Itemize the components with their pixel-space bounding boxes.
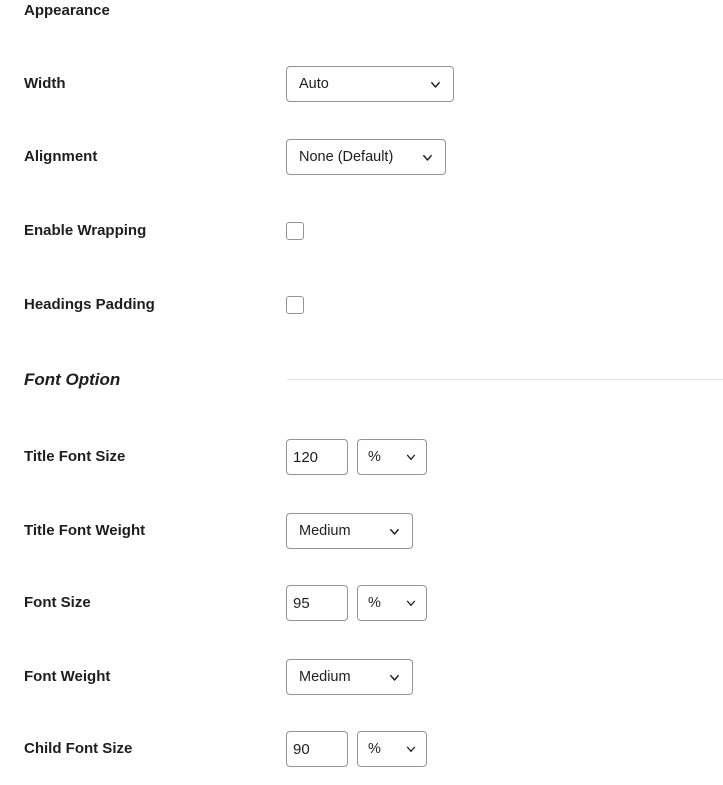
field-label-headings-padding: Headings Padding <box>24 296 155 313</box>
field-control-title-font-weight: Medium <box>286 513 413 549</box>
field-row-title-font-weight: Title Font Weight Medium <box>0 511 723 551</box>
field-label-title-font-size: Title Font Size <box>24 448 126 465</box>
chevron-down-icon <box>428 77 443 92</box>
section-divider-font-option <box>287 379 723 380</box>
field-row-font-size: Font Size % <box>0 583 723 623</box>
chevron-down-icon <box>420 150 435 165</box>
field-row-title-font-size: Title Font Size % <box>0 437 723 477</box>
field-control-font-size: % <box>286 585 427 621</box>
child-font-size-input[interactable] <box>286 731 348 767</box>
title-font-size-unit-select[interactable]: % <box>357 439 427 475</box>
chevron-down-icon <box>404 450 418 464</box>
alignment-select[interactable]: None (Default) <box>286 139 446 175</box>
field-label-child-font-size: Child Font Size <box>24 740 133 757</box>
field-control-headings-padding <box>286 296 304 314</box>
enable-wrapping-checkbox[interactable] <box>286 222 304 240</box>
field-label-enable-wrapping: Enable Wrapping <box>24 222 147 239</box>
child-font-size-unit-value: % <box>368 741 381 757</box>
field-row-enable-wrapping: Enable Wrapping <box>0 211 723 251</box>
field-control-alignment: None (Default) <box>286 139 446 175</box>
settings-panel: Appearance Width Auto Alignment None (De… <box>0 0 723 785</box>
title-font-weight-select-value: Medium <box>299 523 351 539</box>
field-control-title-font-size: % <box>286 439 427 475</box>
width-select[interactable]: Auto <box>286 66 454 102</box>
section-title-appearance: Appearance <box>24 2 110 19</box>
chevron-down-icon <box>387 524 402 539</box>
font-size-input[interactable] <box>286 585 348 621</box>
title-font-weight-select[interactable]: Medium <box>286 513 413 549</box>
headings-padding-checkbox[interactable] <box>286 296 304 314</box>
field-control-width: Auto <box>286 66 454 102</box>
field-row-headings-padding: Headings Padding <box>0 285 723 325</box>
field-row-font-weight: Font Weight Medium <box>0 657 723 697</box>
field-label-font-size: Font Size <box>24 594 91 611</box>
field-row-alignment: Alignment None (Default) <box>0 137 723 177</box>
field-control-child-font-size: % <box>286 731 427 767</box>
field-label-alignment: Alignment <box>24 148 98 165</box>
field-label-width: Width <box>24 75 66 92</box>
width-select-value: Auto <box>299 76 329 92</box>
field-row-child-font-size: Child Font Size % <box>0 729 723 769</box>
field-row-width: Width Auto <box>0 64 723 104</box>
font-size-unit-value: % <box>368 595 381 611</box>
chevron-down-icon <box>404 596 418 610</box>
field-label-title-font-weight: Title Font Weight <box>24 522 146 539</box>
alignment-select-value: None (Default) <box>299 149 394 165</box>
child-font-size-unit-select[interactable]: % <box>357 731 427 767</box>
font-weight-select-value: Medium <box>299 669 351 685</box>
title-font-size-unit-value: % <box>368 449 381 465</box>
title-font-size-input[interactable] <box>286 439 348 475</box>
font-weight-select[interactable]: Medium <box>286 659 413 695</box>
field-control-enable-wrapping <box>286 222 304 240</box>
chevron-down-icon <box>387 670 402 685</box>
field-control-font-weight: Medium <box>286 659 413 695</box>
field-label-font-weight: Font Weight <box>24 668 111 685</box>
chevron-down-icon <box>404 742 418 756</box>
section-title-font-option: Font Option <box>24 370 121 389</box>
font-size-unit-select[interactable]: % <box>357 585 427 621</box>
